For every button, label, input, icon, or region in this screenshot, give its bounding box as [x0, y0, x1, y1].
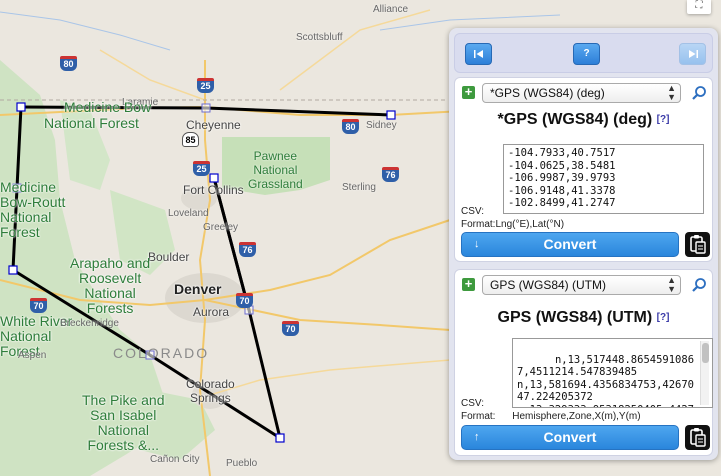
map-label-breckenridge: Breckenridge [60, 318, 119, 329]
convert-label: Convert [543, 429, 597, 445]
target-system-value: GPS (WGS84) (UTM) [490, 278, 606, 292]
target-system-title: GPS (WGS84) (UTM) [?] [455, 306, 712, 330]
target-format-prefix: Format: [461, 411, 496, 422]
last-page-button[interactable] [679, 43, 706, 65]
convert-up-button[interactable]: ↑ Convert [461, 425, 679, 450]
map-label-medicine-bow-nf: National Forest [44, 115, 139, 131]
chevron-updown-icon: ▲ ▼ [667, 83, 676, 102]
map-label-canon-city: Cañon City [150, 454, 200, 465]
map-label-pawnee: Pawnee National Grassland [248, 149, 303, 191]
source-system-title: *GPS (WGS84) (deg) [?] [455, 108, 712, 132]
target-help-link[interactable]: [?] [657, 312, 670, 323]
map-label-aurora: Aurora [193, 305, 230, 319]
map-label-denver: Denver [174, 281, 222, 297]
map-label-greeley: Greeley [203, 222, 239, 233]
map-label-arapaho: Arapaho and Roosevelt National Forests [70, 255, 151, 316]
vertex-handle [209, 173, 219, 183]
interstate-shield-icon: 25 [197, 78, 214, 93]
nav-bar: ? [454, 33, 713, 73]
map-label-scottsbluff: Scottsbluff [296, 32, 343, 43]
map-label-cheyenne: Cheyenne [186, 118, 241, 132]
source-format-label: Format:Lng(°E),Lat(°N) [461, 219, 565, 230]
interstate-shield-icon: 25 [193, 161, 210, 176]
target-format-value: Hemisphere,Zone,X(m),Y(m) [512, 411, 641, 422]
source-coordinates-textarea[interactable]: -104.7933,40.7517 -104.0625,38.5481 -106… [503, 144, 704, 214]
midpoint-handle [201, 103, 211, 113]
source-system-select[interactable]: *GPS (WGS84) (deg) ▲ ▼ [482, 83, 681, 103]
target-coordinates-textarea[interactable]: n,13,517448.86545910867,4511214.54783948… [512, 338, 713, 408]
target-coordinates-text: n,13,517448.86545910867,4511214.54783948… [517, 353, 695, 408]
target-csv-label: CSV: [461, 398, 484, 409]
target-title-text: GPS (WGS84) (UTM) [497, 309, 653, 327]
map-label-aspen: Aspen [18, 350, 47, 361]
target-system-select[interactable]: GPS (WGS84) (UTM) ▲ ▼ [482, 275, 681, 295]
interstate-shield-icon: 70 [236, 293, 253, 308]
chevron-updown-icon: ▲ ▼ [667, 275, 676, 294]
last-page-icon [688, 50, 698, 58]
source-system-value: *GPS (WGS84) (deg) [490, 86, 605, 100]
arrow-down-icon: ↓ [474, 238, 480, 250]
add-system-icon[interactable]: + [462, 85, 475, 99]
first-page-icon [473, 50, 483, 58]
source-title-text: *GPS (WGS84) (deg) [497, 111, 653, 129]
map-label-fort-collins: Fort Collins [183, 183, 244, 197]
map-label-sterling: Sterling [342, 182, 376, 193]
vertex-handle [386, 110, 396, 120]
add-system-icon[interactable]: + [462, 277, 475, 291]
map-label-colorado: COLORADO [113, 345, 210, 361]
copy-clipboard-button[interactable] [685, 232, 710, 257]
vertex-handle [8, 265, 18, 275]
interstate-shield-icon: 80 [342, 119, 359, 134]
search-icon[interactable] [691, 85, 707, 101]
textarea-scrollbar[interactable] [700, 341, 709, 405]
convert-label: Convert [543, 236, 597, 252]
interstate-shield-icon: 76 [239, 242, 256, 257]
map-label-pueblo: Pueblo [226, 458, 258, 469]
converter-panel: ? + *GPS (WGS84) (deg) ▲ ▼ *GPS (WGS84) (… [449, 28, 718, 460]
clipboard-icon [690, 428, 706, 447]
map-label-medicine-bow: Medicine Bow [64, 99, 152, 115]
map-label-sidney: Sidney [366, 120, 397, 131]
fullscreen-icon[interactable]: ⛶ [687, 0, 711, 14]
first-page-button[interactable] [465, 43, 492, 65]
interstate-shield-icon: 70 [30, 298, 47, 313]
map-label-loveland: Loveland [168, 208, 209, 219]
copy-clipboard-button[interactable] [685, 425, 710, 450]
source-csv-label: CSV: [461, 206, 484, 217]
map-label-medicine-routt: Medicine Bow-Routt National Forest [0, 179, 66, 240]
arrow-up-icon: ↑ [474, 431, 480, 443]
help-button[interactable]: ? [573, 43, 600, 65]
interstate-shield-icon: 80 [60, 56, 77, 71]
interstate-shield-icon: 70 [282, 321, 299, 336]
source-card: + *GPS (WGS84) (deg) ▲ ▼ *GPS (WGS84) (de… [454, 77, 713, 262]
map-label-colorado-springs: Colorado Springs [186, 377, 235, 405]
target-format-label: Format: Hemisphere,Zone,X(m),Y(m) [461, 411, 641, 422]
source-help-link[interactable]: [?] [657, 114, 670, 125]
vertex-handle [16, 102, 26, 112]
map-label-boulder: Boulder [148, 250, 190, 264]
search-icon[interactable] [691, 277, 707, 293]
interstate-shield-icon: 76 [382, 167, 399, 182]
target-card: + GPS (WGS84) (UTM) ▲ ▼ GPS (WGS84) (UTM)… [454, 269, 713, 456]
map-label-alliance: Alliance [373, 4, 409, 15]
vertex-handle [275, 433, 285, 443]
map-label-pike: The Pike and San Isabel National Forests… [82, 392, 165, 453]
us-highway-shield-icon: 85 [182, 132, 199, 147]
clipboard-icon [690, 235, 706, 254]
convert-down-button[interactable]: ↓ Convert [461, 232, 679, 257]
